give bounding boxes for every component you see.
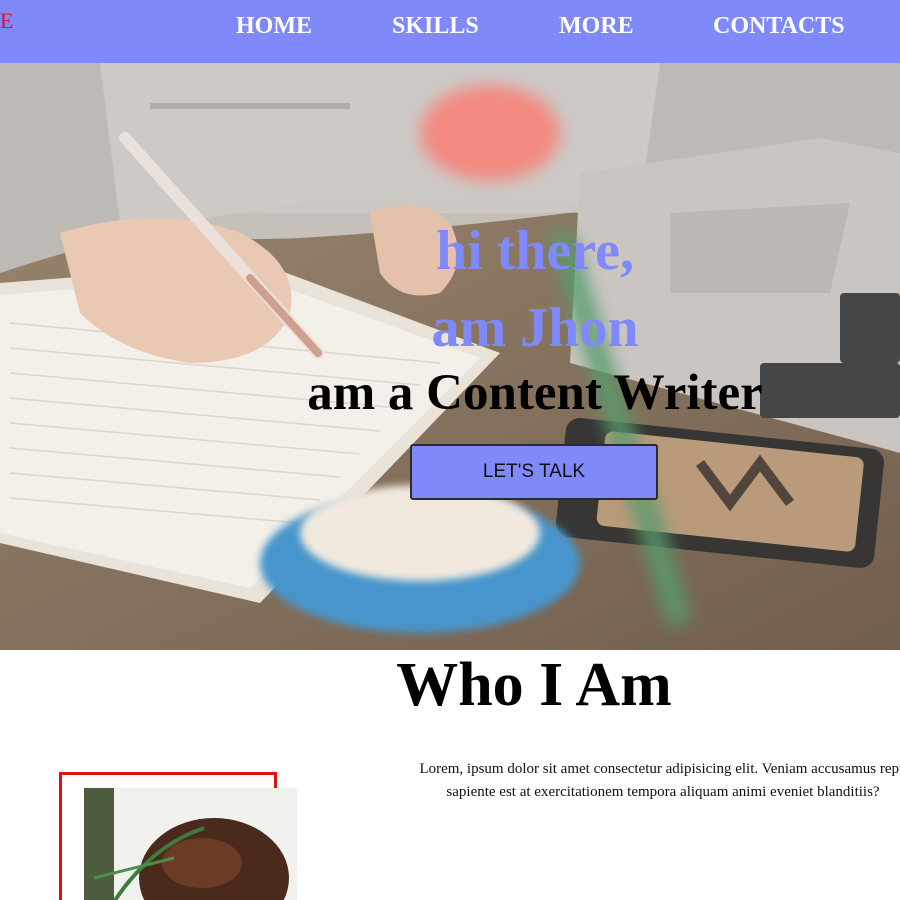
navbar: E HOME SKILLS MORE CONTACTS	[0, 0, 900, 63]
nav-item-skills[interactable]: SKILLS	[392, 13, 479, 40]
nav-item-contacts[interactable]: CONTACTS	[713, 13, 845, 40]
lets-talk-button[interactable]: LET'S TALK	[410, 444, 658, 500]
about-text-line-1: Lorem, ipsum dolor sit amet consectetur …	[419, 761, 900, 777]
hero-text-block: hi there, am Jhon am a Content Writer LE…	[0, 63, 900, 650]
about-title: Who I Am	[396, 651, 672, 719]
about-description: Lorem, ipsum dolor sit amet consectetur …	[383, 758, 900, 804]
hero-greeting-line-1: hi there,	[435, 220, 635, 282]
hero-role-text: am a Content Writer	[307, 365, 763, 421]
profile-photo-art	[84, 788, 297, 900]
nav-item-home[interactable]: HOME	[236, 13, 312, 40]
about-text-line-2: sapiente est at exercitationem tempora a…	[446, 784, 880, 800]
hero-greeting-line-2: am Jhon	[431, 297, 639, 359]
profile-image	[84, 788, 297, 900]
nav-item-more[interactable]: MORE	[559, 13, 634, 40]
hero-section: hi there, am Jhon am a Content Writer LE…	[0, 63, 900, 650]
logo[interactable]: E	[0, 8, 13, 34]
